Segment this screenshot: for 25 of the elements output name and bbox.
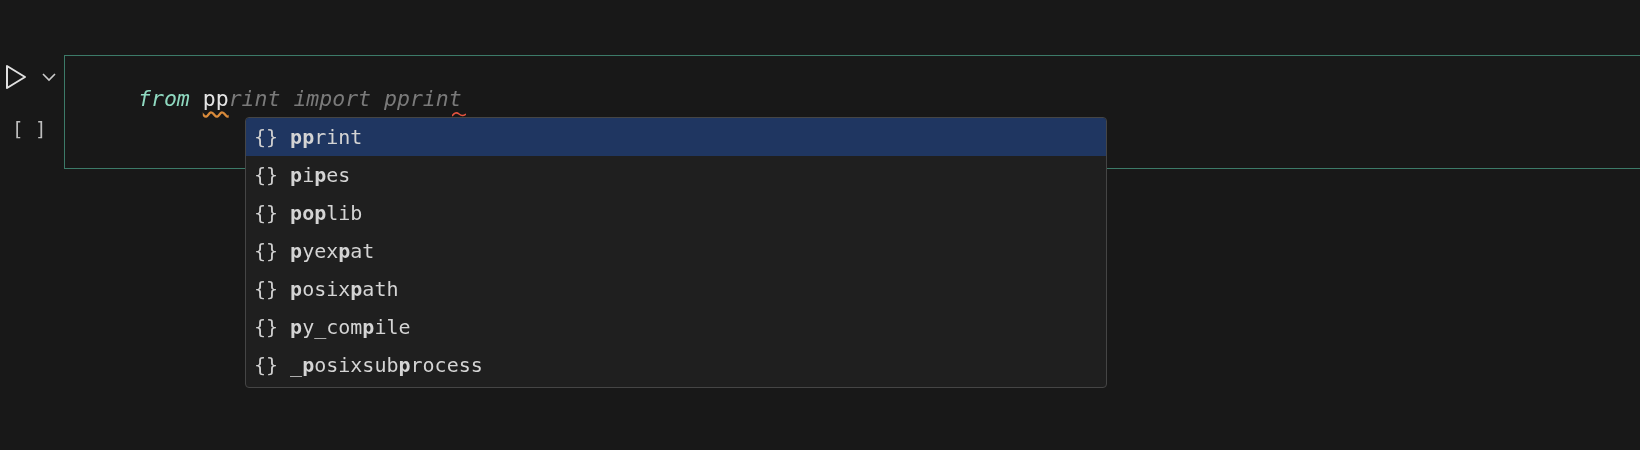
suggestion-label: _posixsubprocess [290, 353, 483, 377]
keyword: from [138, 86, 190, 111]
module-icon: {} [254, 125, 279, 149]
suggestion-item[interactable]: {} pyexpat [246, 232, 1106, 270]
suggestion-label: py_compile [290, 315, 411, 339]
module-icon: {} [254, 353, 279, 377]
module-icon: {} [254, 239, 279, 263]
suggestion-label: pyexpat [290, 239, 375, 263]
suggestion-item[interactable]: {} poplib [246, 194, 1106, 232]
suggestion-label: pprint [290, 125, 363, 149]
module-icon: {} [254, 277, 279, 301]
suggestion-item[interactable]: {} posixpath [246, 270, 1106, 308]
suggestion-label: posixpath [290, 277, 399, 301]
run-icon[interactable] [5, 64, 27, 90]
error-squiggle-icon [451, 111, 466, 117]
suggestion-item[interactable]: {} py_compile [246, 308, 1106, 346]
ghost-text: rint import pprint [228, 86, 462, 111]
execution-count: [ ] [11, 117, 48, 140]
typed-text: pp [202, 86, 229, 111]
module-icon: {} [254, 315, 279, 339]
chevron-down-icon[interactable] [42, 72, 56, 82]
suggestion-label: poplib [290, 201, 363, 225]
suggestion-item[interactable]: {} _posixsubprocess [246, 346, 1106, 384]
module-icon: {} [254, 201, 279, 225]
suggestion-item[interactable]: {} pprint [246, 118, 1106, 156]
